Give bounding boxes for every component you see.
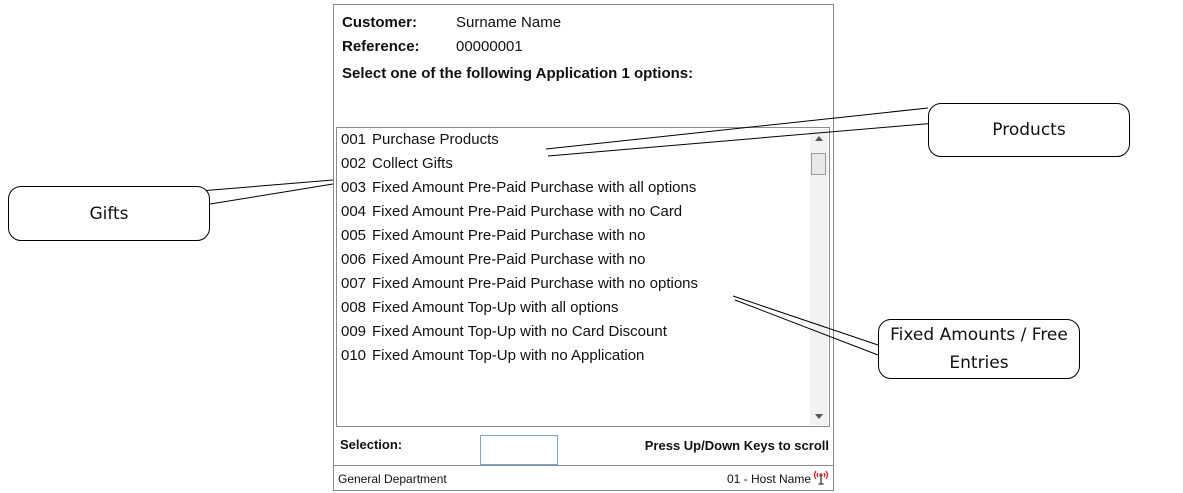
callout-pointers <box>199 107 937 356</box>
callout-products: Products <box>928 103 1130 157</box>
callout-fixed-amounts: Fixed Amounts / Free Entries <box>878 319 1080 379</box>
callout-gifts: Gifts <box>8 186 210 241</box>
